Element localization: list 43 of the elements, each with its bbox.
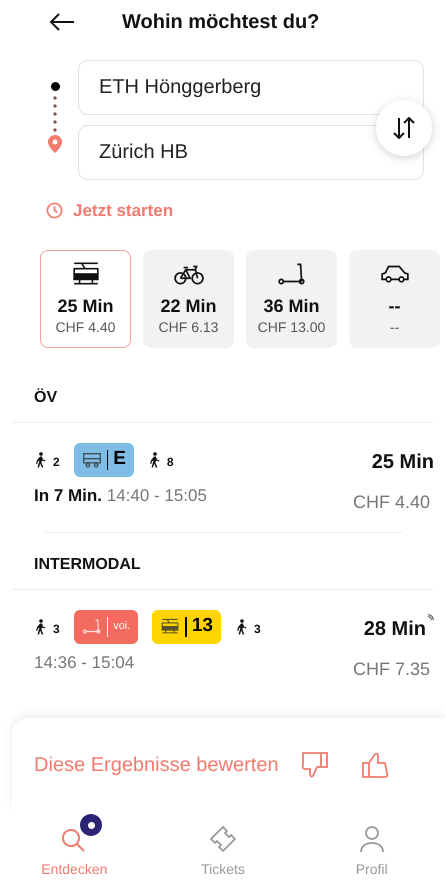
walk-minutes: 8 [166,456,174,468]
tram-icon [160,618,180,635]
line-badge: E [74,442,134,476]
section-heading: INTERMODAL [34,554,142,574]
page-title: Wohin möchtest du? [122,10,320,35]
walking-person-icon [34,618,47,634]
walking-person-icon [148,452,161,468]
scooter-icon [82,618,102,635]
line-badge: voi. [74,610,138,644]
section-heading: ÖV [34,387,58,408]
trip-price: CHF 7.35 [352,658,430,680]
tram-icon [70,260,100,286]
connection-row[interactable]: 3 voi. 13 3 14:36 - 15:04 28 Min CHF 7.35 [0,590,446,698]
walk-minutes: 3 [254,622,261,634]
back-arrow-icon [49,12,75,32]
mode-card[interactable]: 22 Min CHF 6.13 [143,250,234,348]
swap-arrows-icon [392,117,416,139]
feedback-prompt: Diese Ergebnisse bewerten [34,753,279,778]
dotted-route-line [53,95,57,133]
mode-card[interactable]: 36 Min CHF 13.00 [246,250,337,348]
mode-card[interactable]: -- -- [349,250,440,348]
departure-countdown: In 7 Min. [34,486,103,504]
trip-duration: 25 Min [372,450,434,474]
walk-minutes: 2 [53,456,60,468]
time-range: 14:40 - 15:05 [106,486,207,504]
walk-minutes: 3 [53,622,60,634]
walking-person-icon [34,452,47,468]
walking-person-icon [234,618,248,634]
connection-row[interactable]: 2 E 8 In 7 Min. 14:40 - 15:05 25 Min CHF 4.40 [0,422,446,532]
scooter-icon [276,260,306,286]
mode-card[interactable]: 25 Min CHF 4.40 [40,250,131,348]
destination-field[interactable]: Zürich HB [78,125,424,180]
line-badge: 13 [152,610,221,644]
search-icon [61,827,88,853]
clock-icon [46,202,63,220]
trip-duration: 28 Min [364,616,426,642]
origin-field[interactable]: ETH Hönggerberg [78,60,424,115]
time-range: 14:36 - 15:04 [34,652,134,672]
person-icon [358,825,385,853]
bus-icon [82,451,102,468]
trip-price: CHF 4.40 [352,490,430,514]
location-pin-icon [48,135,62,153]
ticket-icon [209,825,237,853]
